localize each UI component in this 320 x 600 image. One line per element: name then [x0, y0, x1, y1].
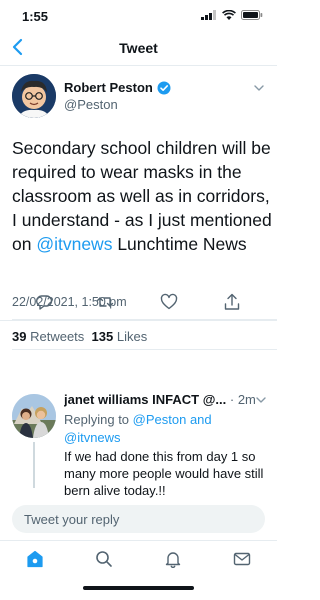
tab-bar: [0, 540, 277, 574]
avatar-photo: [12, 394, 56, 438]
avatar[interactable]: [12, 74, 56, 118]
tweet-actions: [0, 290, 277, 314]
search-icon[interactable]: [94, 549, 114, 569]
tweet-mention-link[interactable]: @itvnews: [36, 234, 112, 254]
tweet-text: Secondary school children will be requir…: [12, 136, 274, 256]
retweets-count[interactable]: 39: [12, 329, 26, 344]
heart-icon[interactable]: [159, 292, 179, 312]
replying-user-link[interactable]: @Peston: [133, 412, 187, 427]
tweet-stats: 39 Retweets 135 Likes: [12, 329, 147, 344]
home-icon[interactable]: [25, 549, 45, 569]
reply-input[interactable]: [12, 505, 265, 533]
page-title: Tweet: [119, 40, 158, 56]
thread-line: [33, 442, 35, 488]
mail-icon[interactable]: [232, 549, 252, 569]
replying-prefix: Replying to: [64, 412, 133, 427]
nav-bar: Tweet: [0, 30, 277, 66]
wifi-icon: [222, 10, 236, 20]
reply-author-name[interactable]: janet williams: [64, 392, 149, 407]
tweet-text-part2: Lunchtime News: [112, 234, 247, 254]
chevron-down-icon[interactable]: [255, 394, 267, 406]
author-name-row[interactable]: Robert Peston: [64, 80, 171, 95]
status-bar: 1:55: [0, 0, 277, 30]
reply-text: If we had done this from day 1 so many m…: [64, 449, 264, 498]
retweets-label[interactable]: Retweets: [30, 329, 84, 344]
battery-icon: [241, 10, 263, 20]
reply-header: janet williams INFACT @... · 2m: [64, 392, 269, 407]
reply-age: · 2m: [229, 392, 256, 407]
author-name[interactable]: Robert Peston: [64, 80, 153, 95]
reply-author-suffix[interactable]: INFACT @...: [152, 392, 226, 407]
avatar-illustration: [12, 74, 56, 118]
avatar[interactable]: [12, 394, 56, 438]
reply-icon[interactable]: [34, 292, 54, 312]
replying-and: and: [186, 412, 212, 427]
share-icon[interactable]: [222, 292, 242, 312]
chevron-down-icon[interactable]: [253, 82, 265, 94]
likes-label[interactable]: Likes: [117, 329, 147, 344]
home-indicator: [83, 586, 194, 590]
status-time: 1:55: [22, 9, 49, 24]
divider: [12, 349, 277, 350]
section-divider: [0, 320, 277, 328]
replying-to: Replying to @Peston and @itvnews: [64, 411, 264, 447]
verified-badge-icon: [157, 81, 171, 94]
signal-icon: [201, 10, 216, 20]
replying-user-link[interactable]: @itvnews: [64, 430, 121, 445]
reply-input-container: [12, 505, 265, 533]
bell-icon[interactable]: [163, 549, 183, 569]
author-handle[interactable]: @Peston: [64, 97, 118, 112]
system-icons: [201, 10, 263, 20]
likes-count[interactable]: 135: [92, 329, 114, 344]
retweet-icon[interactable]: [95, 292, 115, 312]
